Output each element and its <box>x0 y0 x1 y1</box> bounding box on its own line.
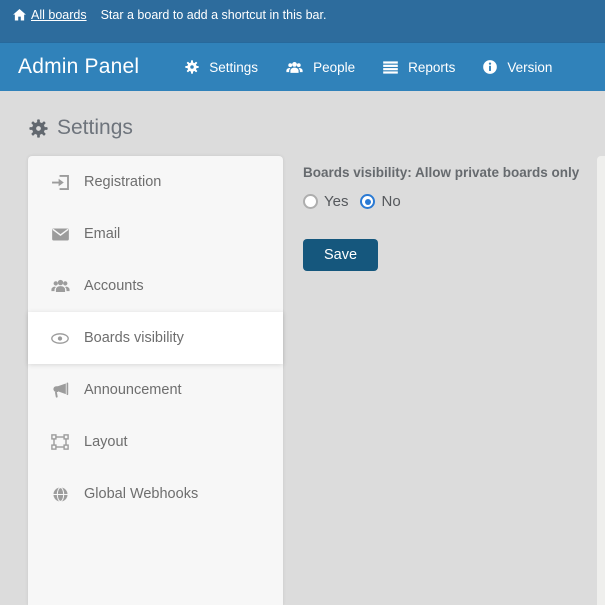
eye-icon <box>50 333 70 344</box>
list-icon <box>383 61 398 74</box>
shortcut-bar: All boards Star a board to add a shortcu… <box>0 0 605 42</box>
radio-option-no[interactable]: No <box>360 193 400 210</box>
sidebar-item-global-webhooks[interactable]: Global Webhooks <box>28 468 283 520</box>
layout-icon <box>50 434 70 450</box>
home-icon <box>13 9 26 21</box>
globe-icon <box>50 487 70 502</box>
settings-sidebar: Registration Email Accounts <box>28 156 283 605</box>
next-settings-panel-edge <box>597 156 605 605</box>
sidebar-item-accounts[interactable]: Accounts <box>28 260 283 312</box>
nav-item-label: Settings <box>209 60 258 75</box>
boards-visibility-form: Boards visibility: Allow private boards … <box>303 165 593 271</box>
envelope-icon <box>50 228 70 241</box>
gear-icon <box>29 119 48 138</box>
sidebar-item-label: Email <box>84 226 120 242</box>
nav-item-reports[interactable]: Reports <box>369 52 469 83</box>
nav-item-label: People <box>313 60 355 75</box>
nav-item-label: Version <box>507 60 552 75</box>
radio-yes[interactable] <box>303 194 318 209</box>
sidebar-item-label: Accounts <box>84 278 144 294</box>
app-title: Admin Panel <box>0 55 139 79</box>
sign-in-icon <box>50 175 70 190</box>
page-title-label: Settings <box>57 116 133 140</box>
info-icon <box>483 60 497 74</box>
page-title: Settings <box>29 116 133 140</box>
sidebar-item-label: Global Webhooks <box>84 486 198 502</box>
sidebar-item-label: Boards visibility <box>84 330 184 346</box>
sidebar-item-registration[interactable]: Registration <box>28 156 283 208</box>
sidebar-item-announcement[interactable]: Announcement <box>28 364 283 416</box>
radio-yes-label[interactable]: Yes <box>324 193 348 210</box>
radio-no[interactable] <box>360 194 375 209</box>
bullhorn-icon <box>50 382 70 398</box>
save-button[interactable]: Save <box>303 239 378 271</box>
sidebar-item-label: Registration <box>84 174 161 190</box>
all-boards-link[interactable]: All boards <box>13 8 87 22</box>
users-icon <box>50 279 70 293</box>
nav-item-people[interactable]: People <box>272 52 369 83</box>
sidebar-item-label: Layout <box>84 434 128 450</box>
nav-item-version[interactable]: Version <box>469 52 566 83</box>
people-icon <box>286 61 303 74</box>
setting-label: Boards visibility: Allow private boards … <box>303 165 593 180</box>
all-boards-label: All boards <box>31 8 87 22</box>
sidebar-item-email[interactable]: Email <box>28 208 283 260</box>
shortcut-bar-hint: Star a board to add a shortcut in this b… <box>101 8 327 22</box>
radio-option-yes[interactable]: Yes <box>303 193 348 210</box>
gear-icon <box>185 60 199 74</box>
nav-menu: Settings People Reports <box>171 52 566 83</box>
radio-no-label[interactable]: No <box>381 193 400 210</box>
sidebar-item-label: Announcement <box>84 382 182 398</box>
nav-item-label: Reports <box>408 60 455 75</box>
sidebar-item-boards-visibility[interactable]: Boards visibility <box>28 312 283 364</box>
sidebar-item-layout[interactable]: Layout <box>28 416 283 468</box>
nav-item-settings[interactable]: Settings <box>171 52 272 83</box>
admin-navbar: Admin Panel Settings <box>0 42 605 91</box>
radio-group: Yes No <box>303 193 593 210</box>
